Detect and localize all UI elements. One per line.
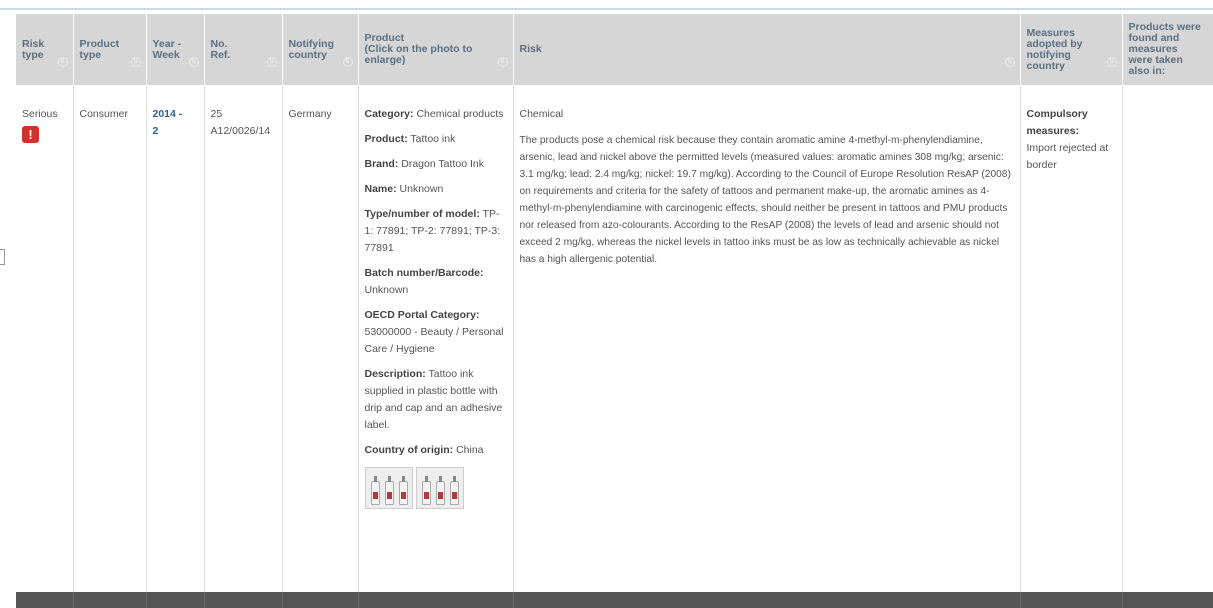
warning-icon: !	[22, 126, 39, 143]
table-header-row: Risk type ⇅ Product type ⇅ Year - Week ⇅ No…	[16, 14, 1213, 85]
table-row: Serious ! Consumer 2014 - 2 25 A12/0026/…	[16, 85, 1213, 592]
top-divider	[0, 8, 1213, 10]
col-notifying-country-label: Notifying country	[288, 37, 335, 61]
sort-icon[interactable]: ⇅	[1004, 57, 1015, 67]
cell-risk: Chemical The products pose a chemical ri…	[513, 85, 1021, 592]
col-risk-label: Risk	[519, 43, 542, 55]
sort-icon[interactable]: ⇅	[57, 57, 68, 67]
ref-value: 25 A12/0026/14	[210, 108, 271, 137]
sort-icon[interactable]: ⇅	[1106, 57, 1117, 67]
cell-notifying-country: Germany	[282, 85, 359, 592]
risk-type-value: Serious	[22, 108, 58, 120]
footer-cell	[73, 592, 147, 608]
product-origin: Country of origin: China	[364, 444, 484, 456]
cell-found-also	[1122, 85, 1213, 592]
notifications-table: Risk type ⇅ Product type ⇅ Year - Week ⇅ No…	[16, 14, 1213, 608]
sort-icon[interactable]: ⇅	[497, 57, 508, 67]
footer-cell	[358, 592, 514, 608]
risk-title: Chemical	[519, 108, 564, 120]
risk-description: The products pose a chemical risk becaus…	[519, 135, 1011, 265]
footer-cell	[146, 592, 205, 608]
col-year-week[interactable]: Year - Week ⇅	[146, 14, 205, 85]
cell-measures: Compulsory measures: Import rejected at …	[1020, 85, 1123, 592]
sort-icon[interactable]: ⇅	[342, 57, 353, 67]
col-ref-label: No. Ref.	[210, 37, 231, 61]
col-found-also[interactable]: Products were found and measures were ta…	[1122, 14, 1213, 85]
product-type-value: Consumer	[79, 108, 128, 120]
footer-cell	[1122, 592, 1213, 608]
cell-risk-type: Serious !	[16, 85, 74, 592]
sort-icon[interactable]: ⇅	[266, 57, 277, 67]
product-description: Description: Tattoo ink supplied in plas…	[364, 368, 503, 431]
cell-year-week: 2014 - 2	[146, 85, 205, 592]
footer-cell	[16, 592, 74, 608]
col-product-type[interactable]: Product type ⇅	[73, 14, 147, 85]
product-photos	[364, 467, 507, 509]
footer-cell	[282, 592, 359, 608]
footer-cell	[204, 592, 283, 608]
cell-ref: 25 A12/0026/14	[204, 85, 283, 592]
measures-value: Import rejected at border	[1026, 142, 1109, 171]
bottle-photo[interactable]	[415, 467, 464, 509]
table-footer-row	[16, 592, 1213, 608]
product-category: Category: Chemical products	[364, 108, 504, 120]
col-risk-type[interactable]: Risk type ⇅	[16, 14, 74, 85]
measures-label: Compulsory measures:	[1026, 108, 1088, 137]
product-name: Name: Unknown	[364, 183, 444, 195]
col-ref[interactable]: No. Ref. ⇅	[204, 14, 283, 85]
product-batch: Batch number/Barcode: Unknown	[364, 267, 484, 296]
footer-cell	[1020, 592, 1123, 608]
sort-icon[interactable]: ⇅	[188, 57, 199, 67]
footer-cell	[513, 592, 1021, 608]
col-found-also-label: Products were found and measures were ta…	[1128, 21, 1201, 77]
product-brand: Brand: Dragon Tattoo Ink	[364, 158, 484, 170]
notifying-country-value: Germany	[288, 108, 332, 120]
product-product: Product: Tattoo ink	[364, 133, 456, 145]
product-model: Type/number of model: TP-1: 77891; TP-2:…	[364, 208, 501, 254]
col-notifying-country[interactable]: Notifying country ⇅	[282, 14, 359, 85]
col-measures[interactable]: Measures adopted by notifying country ⇅	[1020, 14, 1123, 85]
sort-icon[interactable]: ⇅	[130, 57, 141, 67]
product-oecd: OECD Portal Category: 53000000 - Beauty …	[364, 309, 504, 355]
year-week-link[interactable]: 2014 - 2	[153, 106, 198, 140]
cell-product-type: Consumer	[73, 85, 147, 592]
side-scroll-handle[interactable]	[0, 249, 5, 265]
bottle-photo[interactable]	[364, 467, 413, 509]
col-risk[interactable]: Risk ⇅	[513, 14, 1021, 85]
col-measures-label: Measures adopted by notifying country	[1026, 26, 1083, 72]
col-product[interactable]: Product (Click on the photo to enlarge) ⇅	[358, 14, 514, 85]
cell-product: Category: Chemical products Product: Tat…	[358, 85, 514, 592]
col-product-label: Product (Click on the photo to enlarge)	[364, 32, 473, 66]
